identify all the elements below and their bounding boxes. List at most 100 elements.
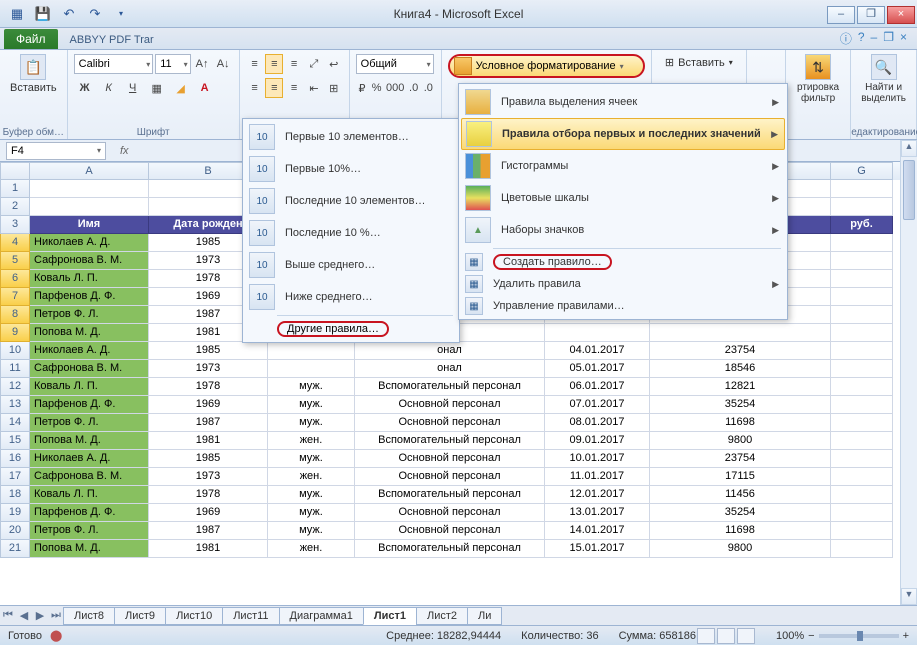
currency-icon[interactable]: ₽ [356,78,369,98]
font-size-select[interactable]: 11 [155,54,190,74]
cell[interactable] [831,270,893,288]
cell[interactable]: 9800 [650,540,831,558]
row-header[interactable]: 8 [0,306,30,324]
scroll-up-icon[interactable]: ▲ [901,140,917,157]
undo-icon[interactable]: ↶ [58,4,80,24]
cell[interactable]: Основной персонал [355,396,545,414]
cell[interactable] [831,324,893,342]
paste-button[interactable]: 📋 Вставить [6,52,61,96]
vertical-scrollbar[interactable]: ▲ ▼ [900,140,917,605]
cell[interactable]: 18546 [650,360,831,378]
cell[interactable]: Основной персонал [355,522,545,540]
cell[interactable]: 1985 [149,342,268,360]
cell[interactable] [831,234,893,252]
cell[interactable] [831,504,893,522]
cell[interactable]: онал [355,360,545,378]
cell[interactable] [831,198,893,216]
zoom-in-icon[interactable]: + [903,630,909,642]
cell[interactable]: 09.01.2017 [545,432,650,450]
help-icon[interactable]: ? [858,30,865,47]
cell[interactable]: Сафронова В. М. [30,468,149,486]
doc-minimize-icon[interactable]: – [871,30,878,47]
borders-icon[interactable]: ▦ [146,78,168,98]
cell[interactable]: Николаев А. Д. [30,342,149,360]
cell[interactable]: муж. [268,486,355,504]
row-header[interactable]: 1 [0,180,30,198]
wrap-icon[interactable]: ↩ [325,54,343,74]
cell[interactable]: жен. [268,540,355,558]
number-format-select[interactable]: Общий [356,54,434,74]
cell[interactable] [831,360,893,378]
cell[interactable]: 04.01.2017 [545,342,650,360]
menu-item[interactable]: 10Последние 10 %… [245,217,457,249]
cell[interactable]: Основной персонал [355,468,545,486]
cell[interactable] [268,360,355,378]
menu-item[interactable]: Правила отбора первых и последних значен… [461,118,785,150]
cell[interactable]: жен. [268,468,355,486]
font-color-icon[interactable]: A [194,78,216,98]
row-header[interactable]: 17 [0,468,30,486]
scroll-thumb[interactable] [903,160,915,220]
cell[interactable]: 15.01.2017 [545,540,650,558]
zoom-out-icon[interactable]: − [808,630,814,642]
row-header[interactable]: 20 [0,522,30,540]
cell[interactable] [30,198,149,216]
sheet-tab[interactable]: Лист9 [114,607,166,625]
row-header[interactable]: 15 [0,432,30,450]
cell[interactable] [831,414,893,432]
cell[interactable]: Вспомогательный персонал [355,486,545,504]
cell[interactable]: 9800 [650,432,831,450]
cell[interactable]: 12821 [650,378,831,396]
cell[interactable] [831,252,893,270]
cell[interactable] [831,306,893,324]
row-header[interactable]: 13 [0,396,30,414]
close-button[interactable]: × [887,6,915,24]
menu-item[interactable]: Правила выделения ячеек▶ [461,86,785,118]
cell[interactable] [650,324,831,342]
cell[interactable]: Парфенов Д. Ф. [30,288,149,306]
cell[interactable]: 11.01.2017 [545,468,650,486]
shrink-font-icon[interactable]: A↓ [214,54,233,74]
sheet-tab[interactable]: Лист2 [416,607,468,625]
cell[interactable] [831,450,893,468]
cell[interactable]: 35254 [650,396,831,414]
cell[interactable]: Вспомогательный персонал [355,378,545,396]
align-right-icon[interactable]: ≡ [285,78,303,98]
sheet-nav-prev-icon[interactable]: ◀ [16,609,32,622]
cell[interactable]: муж. [268,450,355,468]
cell[interactable]: Основной персонал [355,450,545,468]
scroll-down-icon[interactable]: ▼ [901,588,917,605]
maximize-button[interactable]: ❐ [857,6,885,24]
cell[interactable]: 1973 [149,468,268,486]
align-top-icon[interactable]: ≡ [246,54,264,74]
cell[interactable] [831,486,893,504]
merge-icon[interactable]: ⊞ [325,78,343,98]
cell[interactable] [30,180,149,198]
cell[interactable]: Попова М. Д. [30,324,149,342]
cell[interactable]: Сафронова В. М. [30,252,149,270]
cell[interactable]: 35254 [650,504,831,522]
cell[interactable]: руб. [831,216,893,234]
cell[interactable]: жен. [268,432,355,450]
menu-item[interactable]: Наборы значков▶ [461,214,785,246]
cell[interactable] [831,342,893,360]
cell[interactable] [831,378,893,396]
cell[interactable]: Основной персонал [355,414,545,432]
menu-item[interactable]: 10Последние 10 элементов… [245,185,457,217]
column-header[interactable]: G [831,162,893,180]
excel-icon[interactable]: ▦ [6,4,28,24]
sheet-tab[interactable]: Лист10 [165,607,223,625]
cell[interactable] [545,324,650,342]
cell[interactable] [831,432,893,450]
align-bot-icon[interactable]: ≡ [285,54,303,74]
cell[interactable]: 23754 [650,450,831,468]
cell[interactable] [268,342,355,360]
align-center-icon[interactable]: ≡ [265,78,283,98]
inc-decimal-icon[interactable]: .0 [407,78,420,98]
cell[interactable]: 14.01.2017 [545,522,650,540]
cell[interactable]: Попова М. Д. [30,540,149,558]
menu-item[interactable]: 10Первые 10%… [245,153,457,185]
zoom-slider[interactable] [819,634,899,638]
align-left-icon[interactable]: ≡ [246,78,264,98]
ribbon-tab[interactable]: ABBYY PDF Trar [62,31,162,49]
